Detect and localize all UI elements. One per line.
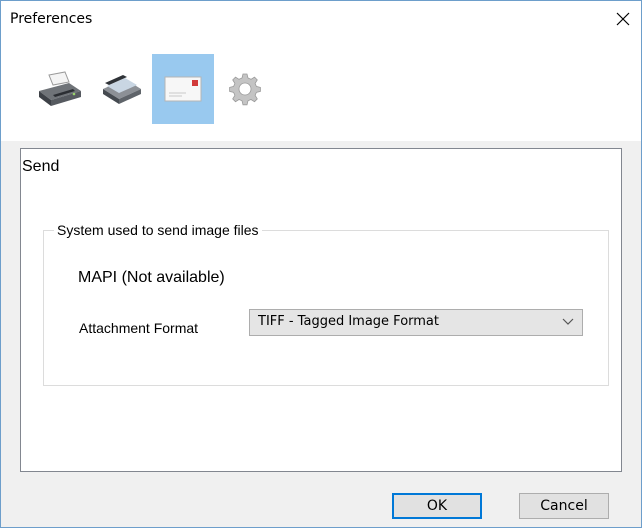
- chevron-down-icon: [562, 318, 574, 325]
- category-toolbar: [1, 37, 641, 141]
- tab-send[interactable]: [152, 54, 214, 124]
- tab-settings[interactable]: [214, 54, 276, 124]
- close-button[interactable]: [605, 1, 641, 37]
- send-system-group: System used to send image files MAPI (No…: [43, 222, 609, 386]
- panel-title: Send: [22, 158, 60, 175]
- window-title: Preferences: [10, 11, 93, 27]
- mapi-status: MAPI (Not available): [78, 269, 225, 286]
- preferences-window: Preferences Send System used to send ima…: [0, 0, 642, 528]
- attachment-format-label: Attachment Format: [79, 320, 199, 336]
- gear-icon: [229, 73, 261, 106]
- tab-printer[interactable]: [28, 54, 90, 124]
- email-icon: [164, 76, 202, 102]
- close-icon: [616, 12, 630, 26]
- attachment-format-value: TIFF - Tagged Image Format: [258, 314, 439, 329]
- attachment-format-select[interactable]: TIFF - Tagged Image Format: [249, 309, 583, 336]
- send-panel: Send System used to send image files MAP…: [20, 148, 622, 472]
- ok-button[interactable]: OK: [392, 493, 482, 519]
- group-legend: System used to send image files: [54, 222, 262, 238]
- printer-icon: [39, 71, 81, 106]
- scanner-icon: [103, 75, 141, 104]
- tab-scanner[interactable]: [90, 54, 152, 124]
- title-bar: Preferences: [1, 1, 641, 37]
- cancel-button[interactable]: Cancel: [519, 493, 609, 519]
